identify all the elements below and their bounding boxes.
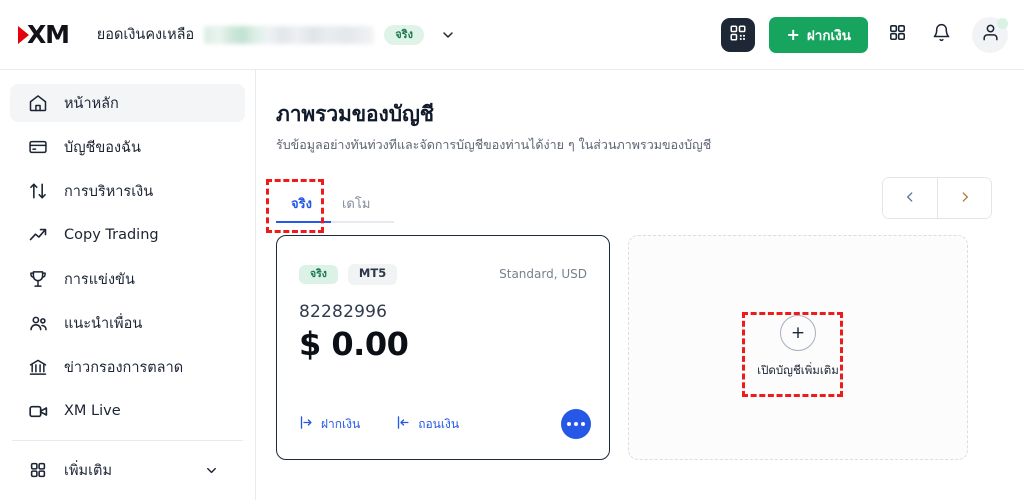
sidebar-item-label: แนะนำเพื่อน (64, 315, 143, 332)
qr-scan-button[interactable] (721, 17, 756, 52)
account-badges: จริง MT5 Standard, USD (299, 264, 587, 285)
sidebar-item-label: การแข่งขัน (64, 271, 135, 288)
sidebar-item-label: Copy Trading (64, 227, 159, 243)
header-actions: + ฝากเงิน (721, 16, 1008, 53)
sidebar-item-more[interactable]: เพิ่มเติม (10, 451, 245, 489)
xm-logo[interactable]: XM (18, 20, 70, 49)
sidebar: หน้าหลัก บัญชีของฉัน การบริหารเงิน Copy … (0, 70, 256, 500)
sidebar-item-home[interactable]: หน้าหลัก (10, 84, 245, 122)
deposit-button-label: ฝากเงิน (806, 27, 851, 44)
sidebar-item-refer-a-friend[interactable]: แนะนำเพื่อน (10, 304, 245, 342)
page-title: ภาพรวมของบัญชี (276, 102, 434, 126)
bank-icon (26, 355, 50, 379)
trophy-icon (26, 267, 50, 291)
balance-selector[interactable]: ยอดเงินคงเหลือ จริง (97, 23, 456, 46)
video-camera-icon (26, 399, 50, 423)
pager-prev-button[interactable] (883, 178, 937, 218)
home-icon (26, 91, 50, 115)
account-type-label: Standard, USD (499, 267, 587, 282)
main-content: ภาพรวมของบัญชี รับข้อมูลอย่างทันท่วงทีแล… (256, 70, 1024, 500)
tab-active-underline (276, 220, 331, 223)
qr-scan-icon (729, 24, 747, 46)
sidebar-item-copy-trading[interactable]: Copy Trading (10, 216, 245, 254)
pager-next-button[interactable] (937, 178, 991, 218)
deposit-button[interactable]: + ฝากเงิน (769, 16, 868, 53)
notifications-button[interactable] (926, 20, 956, 50)
arrow-into-right-icon (299, 415, 314, 433)
sidebar-item-market-intelligence[interactable]: ข่าวกรองการตลาด (10, 348, 245, 386)
sidebar-item-my-accounts[interactable]: บัญชีของฉัน (10, 128, 245, 166)
account-number: 82282996 (299, 301, 388, 322)
sidebar-item-label: เพิ่มเติม (64, 462, 113, 479)
account-more-button[interactable] (561, 409, 591, 439)
app-header: XM ยอดเงินคงเหลือ จริง + ฝากเงิน (0, 0, 1024, 70)
balance-label: ยอดเงินคงเหลือ (96, 27, 195, 43)
sidebar-divider (12, 440, 243, 441)
apps-button[interactable] (882, 20, 912, 50)
account-balance: $ 0.00 (299, 324, 409, 363)
avatar-button[interactable] (972, 16, 1008, 53)
sidebar-item-label: บัญชีของฉัน (64, 139, 141, 156)
carousel-pager (882, 177, 992, 219)
chevron-down-icon[interactable] (204, 463, 219, 478)
arrow-out-left-icon (396, 415, 411, 433)
sidebar-item-funds-management[interactable]: การบริหารเงิน (10, 172, 245, 210)
account-card[interactable]: จริง MT5 Standard, USD 82282996 $ 0.00 ฝ… (276, 235, 610, 460)
sidebar-item-label: XM Live (64, 403, 121, 419)
sidebar-item-competitions[interactable]: การแข่งขัน (10, 260, 245, 298)
account-mode-pill[interactable]: จริง (384, 24, 424, 45)
add-account-label: เปิดบัญชีเพิ่มเติม (757, 363, 839, 377)
ellipsis-icon (581, 422, 585, 426)
deposit-link[interactable]: ฝากเงิน (299, 415, 360, 434)
tabs-row: จริง เดโม (276, 177, 992, 223)
withdraw-link-label: ถอนเงิน (418, 416, 460, 431)
chevron-right-icon (958, 189, 972, 208)
platform-badge-mt5: MT5 (347, 264, 398, 285)
grid-apps-icon (888, 23, 907, 46)
sidebar-item-xm-live[interactable]: XM Live (10, 392, 245, 430)
logo-text: XM (27, 20, 70, 49)
ellipsis-icon (567, 422, 571, 426)
plus-circle-icon[interactable]: + (780, 315, 816, 351)
deposit-link-label: ฝากเงิน (321, 416, 361, 431)
card-icon (26, 135, 50, 159)
balance-value-masked (204, 25, 375, 44)
chevron-down-icon[interactable] (440, 27, 456, 43)
sidebar-item-label: การบริหารเงิน (64, 183, 154, 200)
trend-up-icon (26, 223, 50, 247)
tabs: จริง เดโม (276, 193, 394, 223)
tab-real[interactable]: จริง (276, 193, 327, 223)
plus-icon: + (786, 24, 800, 44)
status-badge-real: จริง (299, 264, 338, 284)
withdraw-link[interactable]: ถอนเงิน (396, 415, 459, 434)
account-actions: ฝากเงิน ถอนเงิน (299, 409, 591, 439)
chevron-left-icon (903, 189, 917, 208)
sidebar-item-label: ข่าวกรองการตลาด (64, 359, 184, 376)
sidebar-item-label: หน้าหลัก (64, 95, 119, 112)
notification-bell-icon (932, 23, 951, 46)
ellipsis-icon (574, 422, 578, 426)
grid-apps-icon (26, 458, 50, 482)
add-account-card[interactable]: + เปิดบัญชีเพิ่มเติม (628, 235, 968, 460)
accounts-carousel: จริง MT5 Standard, USD 82282996 $ 0.00 ฝ… (276, 235, 992, 460)
tab-demo[interactable]: เดโม (327, 193, 385, 223)
avatar-status-dot (997, 17, 1008, 29)
add-account-button[interactable]: + เปิดบัญชีเพิ่มเติม (757, 315, 839, 380)
people-group-icon (26, 311, 50, 335)
transfer-arrows-icon (26, 179, 50, 203)
page-subtitle: รับข้อมูลอย่างทันท่วงทีและจัดการบัญชีของ… (276, 137, 712, 152)
user-avatar-icon (981, 23, 1000, 46)
